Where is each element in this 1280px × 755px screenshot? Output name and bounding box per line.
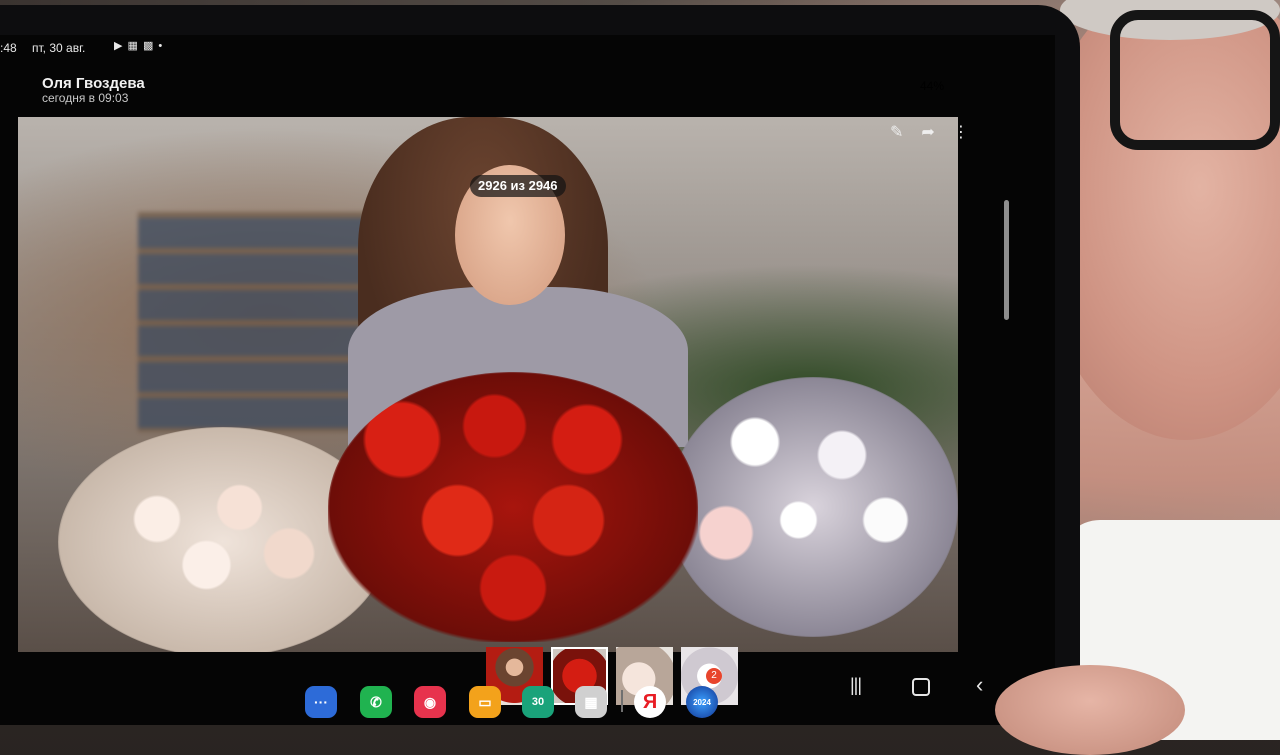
tablet-device: :48 пт, 30 авг. ▶ ▦ ▩ • 44% Оля Гвоздева… (0, 5, 1080, 725)
glasses (1110, 10, 1280, 150)
game-app-icon[interactable]: 2024 (686, 686, 718, 718)
recent-apps-button[interactable]: ||| (850, 676, 862, 694)
home-button[interactable] (912, 678, 930, 696)
status-bar: :48 пт, 30 авг. ▶ ▦ ▩ • (0, 35, 1055, 63)
phone-app-icon[interactable]: ✆ (360, 686, 392, 718)
dock-divider (621, 690, 623, 712)
messages-app-icon[interactable]: ··· (305, 686, 337, 718)
notification-icons: ▶ ▦ ▩ • (114, 40, 164, 52)
share-icon[interactable]: ➦ (921, 122, 934, 142)
more-icon[interactable]: ⋮ (953, 122, 969, 142)
tablet-screen: :48 пт, 30 авг. ▶ ▦ ▩ • 44% Оля Гвоздева… (0, 35, 1055, 725)
holding-finger (995, 665, 1185, 755)
sent-time: сегодня в 09:03 (42, 91, 129, 105)
chrysanthemum-bouquet (668, 377, 958, 637)
notification-badge: 2 (706, 668, 722, 684)
photo-viewer-image[interactable] (18, 117, 958, 652)
camera-app-icon[interactable]: ◉ (414, 686, 446, 718)
battery-level: 44% (920, 79, 945, 93)
sender-name: Оля Гвоздева (42, 75, 145, 92)
calendar-app-icon[interactable]: 30 (522, 686, 554, 718)
brush-icon[interactable]: ✎ (890, 122, 903, 142)
viewer-toolbar: ✎ ➦ ⋮ (890, 117, 1000, 147)
status-date: пт, 30 авг. (32, 41, 86, 55)
photo-counter: 2926 из 2946 (470, 175, 566, 197)
apps-folder-icon[interactable]: ▦ (575, 686, 607, 718)
notes-app-icon[interactable]: ▭ (469, 686, 501, 718)
back-button[interactable]: ‹ (976, 674, 983, 696)
red-roses-bouquet (328, 372, 698, 642)
scroll-indicator[interactable] (1004, 200, 1009, 320)
yandex-browser-icon[interactable]: Я (634, 686, 666, 718)
status-time: :48 (0, 41, 17, 55)
